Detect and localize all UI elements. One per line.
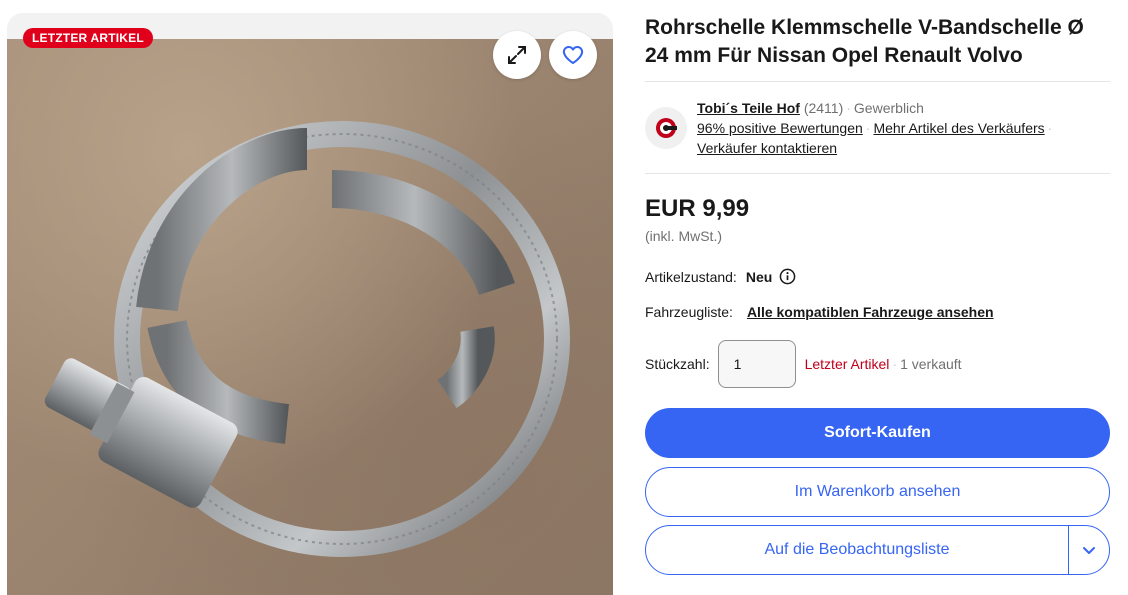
sold-count: 1 verkauft [900,356,962,372]
buy-now-button[interactable]: Sofort-Kaufen [645,408,1110,458]
condition-row: Artikelzustand: Neu [645,268,796,285]
last-item-text: Letzter Artikel [804,356,890,372]
vehicles-label: Fahrzeugliste: [645,304,733,320]
product-photo[interactable] [7,39,613,595]
seller-feedback-link[interactable]: 96% positive Bewertungen [697,120,863,136]
divider-top [645,81,1110,82]
clamp-segment-left [136,128,309,312]
divider-seller [645,173,1110,174]
vehicles-row: Fahrzeugliste: Alle kompatiblen Fahrzeug… [645,304,994,320]
separator-dot: · [892,356,898,372]
watchlist-button-group: Auf die Beobachtungsliste [645,525,1110,575]
condition-value: Neu [745,268,773,285]
seller-avatar[interactable] [645,107,687,149]
seller-type: Gewerblich [853,100,924,116]
expand-button[interactable] [493,31,541,79]
watchlist-dropdown-button[interactable] [1069,526,1109,574]
quantity-label: Stückzahl: [645,356,710,372]
separator-dot: · [846,100,851,116]
expand-icon [508,46,526,64]
listing-title: Rohrschelle Klemmschelle V-Bandschelle Ø… [645,16,1084,67]
last-item-badge: LETZTER ARTIKEL [23,28,153,48]
image-gallery[interactable]: LETZTER ARTIKEL [7,13,613,595]
chevron-down-icon [1083,547,1095,554]
seller-logo-icon [656,118,677,138]
seller-info: Tobi´s Teile Hof (2411) · Gewerblich 96% p… [697,98,1110,158]
compatible-vehicles-link[interactable]: Alle kompatiblen Fahrzeuge ansehen [747,304,994,320]
quantity-input[interactable] [717,340,796,388]
seller-score: (2411) [803,100,844,116]
seller-more-items-link[interactable]: Mehr Artikel des Verkäufers [873,120,1044,136]
seller-name-link[interactable]: Tobi´s Teile Hof [697,100,800,116]
info-icon[interactable] [779,268,796,285]
clamp-segment-right [331,170,516,296]
view-cart-button[interactable]: Im Warenkorb ansehen [645,467,1110,517]
separator-dot: · [865,120,871,136]
quantity-row: Stückzahl: Letzter Artikel·1 verkauft [645,340,962,388]
tax-note: (inkl. MwSt.) [645,228,722,244]
watch-heart-button[interactable] [549,31,597,79]
price-value: EUR 9,99 [645,195,750,222]
contact-seller-link[interactable]: Verkäufer kontaktieren [697,140,837,156]
add-to-watchlist-button[interactable]: Auf die Beobachtungsliste [646,526,1069,574]
heart-icon [562,45,584,64]
condition-label: Artikelzustand: [645,268,737,285]
separator-dot: · [1047,120,1053,136]
